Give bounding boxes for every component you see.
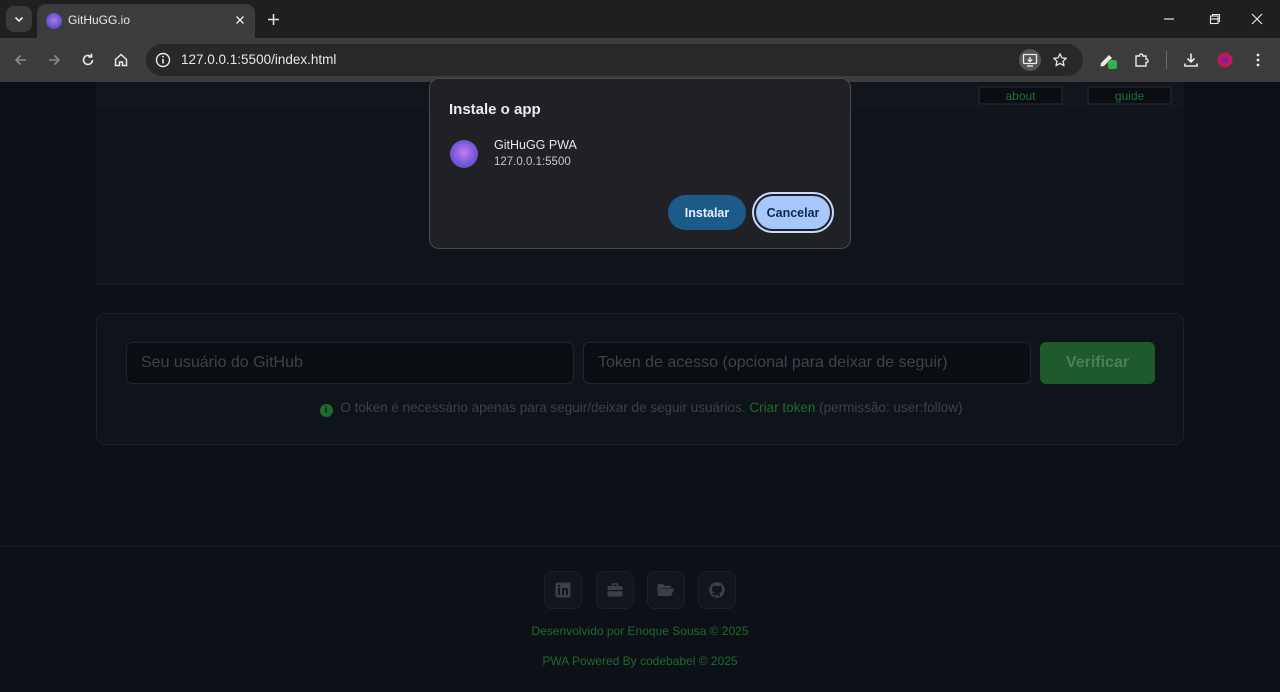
arrow-right-icon bbox=[49, 54, 61, 66]
profile-button[interactable] bbox=[1213, 48, 1237, 72]
projects-link[interactable] bbox=[647, 571, 685, 609]
token-hint: i O token é necessário apenas para segui… bbox=[97, 400, 1185, 417]
site-info-icon[interactable] bbox=[154, 51, 172, 69]
create-token-link[interactable]: Criar token bbox=[749, 400, 815, 415]
browser-toolbar: 127.0.0.1:5500/index.html bbox=[0, 38, 1280, 82]
reload-icon bbox=[82, 53, 94, 66]
minimize-window-button[interactable] bbox=[1146, 0, 1192, 38]
app-favicon-icon bbox=[46, 13, 62, 29]
extension-pen-button[interactable] bbox=[1096, 48, 1120, 72]
minimize-icon bbox=[1164, 18, 1174, 20]
github-username-input[interactable] bbox=[126, 342, 574, 384]
app-icon bbox=[450, 140, 478, 168]
forward-button[interactable] bbox=[41, 47, 67, 73]
avatar-icon bbox=[1217, 52, 1233, 68]
cancel-button-label: Cancelar bbox=[756, 196, 830, 229]
new-tab-button[interactable] bbox=[262, 8, 284, 30]
restore-window-button[interactable] bbox=[1192, 0, 1238, 38]
footer-powered-by: PWA Powered By codebabel © 2025 bbox=[542, 654, 738, 668]
menu-button[interactable] bbox=[1246, 48, 1270, 72]
tab-close-button[interactable] bbox=[231, 11, 249, 29]
pen-extension-icon bbox=[1100, 55, 1117, 69]
tab-search-button[interactable] bbox=[6, 6, 32, 32]
home-button[interactable] bbox=[108, 47, 134, 73]
briefcase-icon bbox=[607, 583, 623, 597]
app-origin: 127.0.0.1:5500 bbox=[494, 156, 571, 168]
search-form-card: Verificar i O token é necessário apenas … bbox=[96, 313, 1184, 445]
install-app-dialog: Instale o app GitHuGG PWA 127.0.0.1:5500… bbox=[429, 78, 851, 249]
reload-button[interactable] bbox=[75, 47, 101, 73]
extensions-button[interactable] bbox=[1130, 48, 1154, 72]
install-app-button[interactable] bbox=[1019, 49, 1041, 71]
verify-button[interactable]: Verificar bbox=[1040, 342, 1155, 384]
chevron-down-icon bbox=[14, 16, 24, 23]
install-button[interactable]: Instalar bbox=[668, 195, 746, 230]
back-button[interactable] bbox=[8, 47, 34, 73]
nav-link-guide[interactable]: guide bbox=[1087, 86, 1172, 105]
linkedin-icon bbox=[555, 582, 571, 598]
toolbar-divider bbox=[1166, 51, 1167, 69]
app-name: GitHuGG PWA bbox=[494, 138, 577, 152]
footer-credit: Desenvolvido por Enoque Sousa © 2025 bbox=[531, 624, 749, 638]
hint-suffix: (permissão: user:follow) bbox=[819, 400, 963, 415]
home-icon bbox=[114, 53, 128, 67]
restore-icon bbox=[1209, 13, 1221, 25]
github-icon bbox=[709, 582, 725, 598]
downloads-button[interactable] bbox=[1179, 48, 1203, 72]
github-link[interactable] bbox=[698, 571, 736, 609]
portfolio-link[interactable] bbox=[596, 571, 634, 609]
browser-tab[interactable]: GitHuGG.io bbox=[37, 4, 255, 38]
plus-icon bbox=[267, 13, 279, 25]
info-icon: i bbox=[319, 404, 333, 417]
dialog-title: Instale o app bbox=[449, 101, 541, 118]
access-token-input[interactable] bbox=[583, 342, 1031, 384]
linkedin-link[interactable] bbox=[544, 571, 582, 609]
arrow-left-icon bbox=[14, 54, 26, 66]
close-window-button[interactable] bbox=[1234, 0, 1280, 38]
close-icon bbox=[1251, 13, 1263, 25]
hint-text: O token é necessário apenas para seguir/… bbox=[340, 400, 746, 415]
folder-open-icon bbox=[657, 584, 675, 596]
star-icon bbox=[1053, 53, 1067, 67]
bookmark-button[interactable] bbox=[1049, 49, 1071, 71]
puzzle-icon bbox=[1135, 53, 1149, 67]
url-text[interactable]: 127.0.0.1:5500/index.html bbox=[181, 52, 336, 67]
cancel-button[interactable]: Cancelar bbox=[752, 192, 834, 233]
address-bar[interactable]: 127.0.0.1:5500/index.html bbox=[146, 44, 1083, 76]
install-app-icon bbox=[1022, 53, 1038, 67]
download-icon bbox=[1184, 53, 1198, 67]
nav-link-about[interactable]: about bbox=[978, 86, 1063, 105]
close-icon bbox=[236, 16, 244, 24]
tab-strip: GitHuGG.io bbox=[0, 0, 1280, 38]
kebab-menu-icon bbox=[1256, 53, 1260, 67]
page-footer: Desenvolvido por Enoque Sousa © 2025 PWA… bbox=[0, 546, 1280, 692]
tab-title: GitHuGG.io bbox=[68, 13, 131, 27]
